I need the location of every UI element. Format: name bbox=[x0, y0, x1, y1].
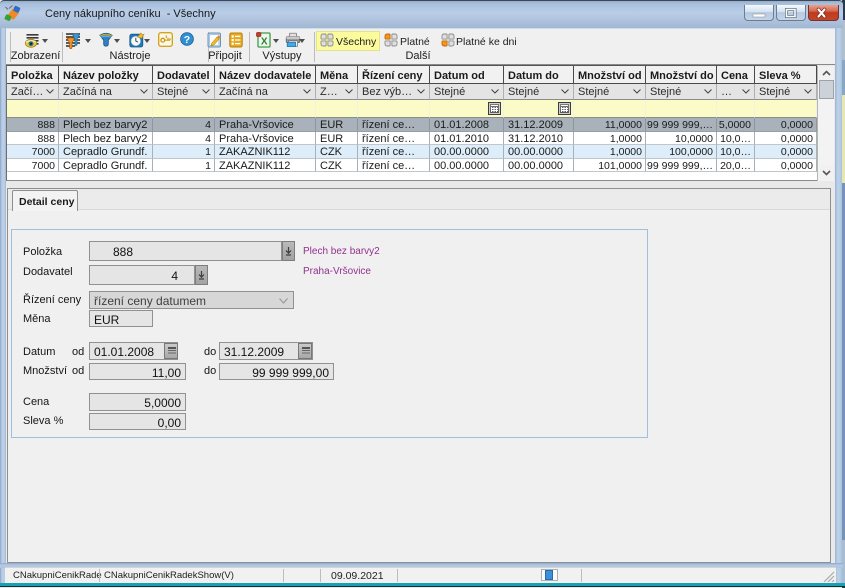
svg-text:?: ? bbox=[184, 34, 190, 46]
svg-text:X: X bbox=[261, 37, 268, 48]
